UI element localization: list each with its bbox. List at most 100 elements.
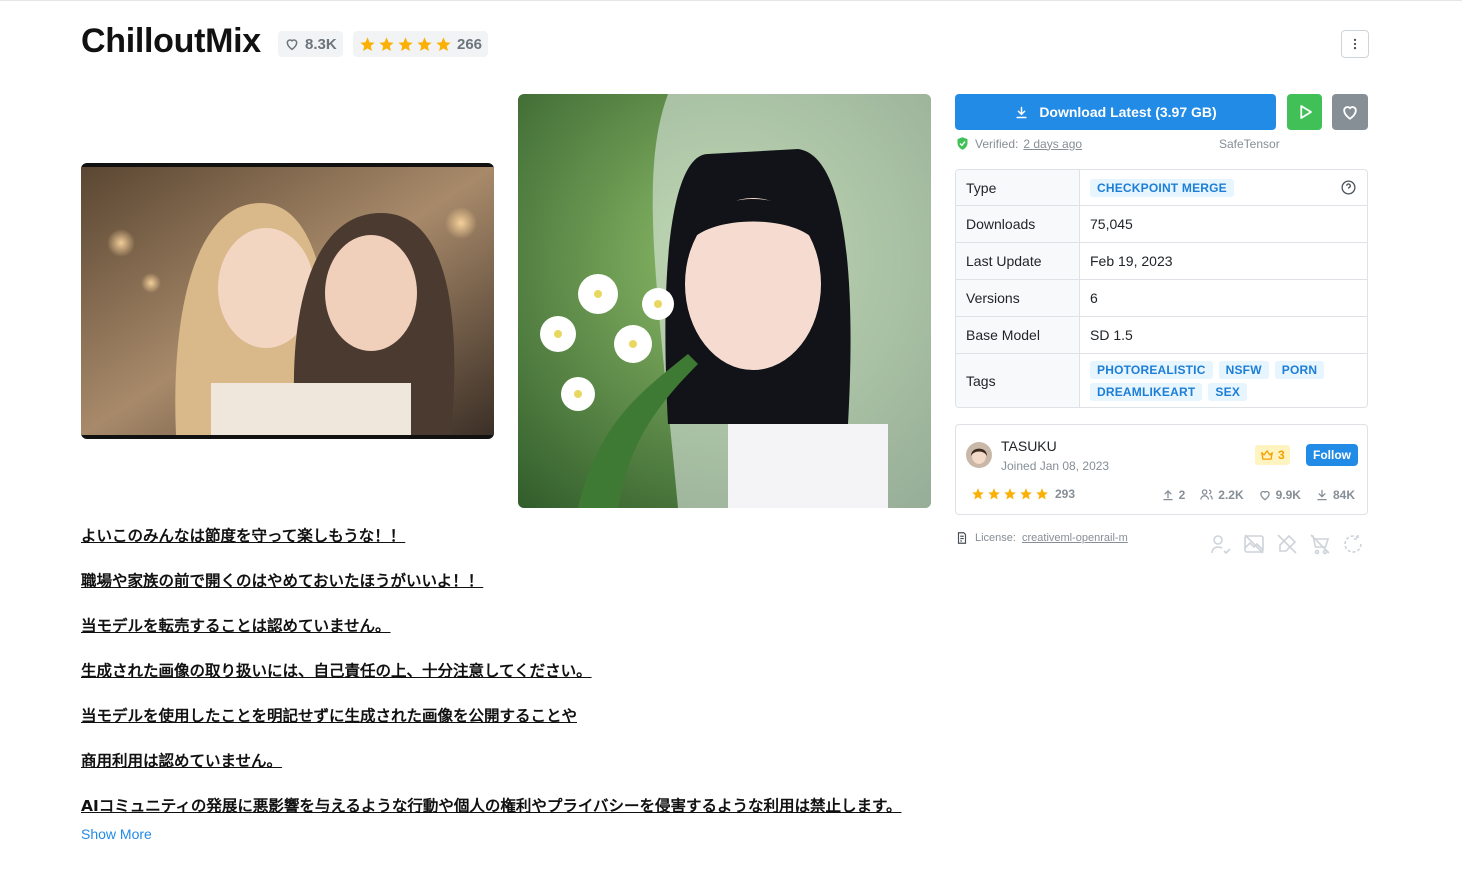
no-run-service-icon [1277,534,1297,554]
creator-followers: 2.2K [1218,487,1244,502]
shield-check-icon [957,137,968,150]
star-icon [379,36,394,51]
star-icon [436,36,451,51]
star-icon [1036,488,1048,500]
upload-icon [1162,489,1173,500]
star-icon [988,488,1000,500]
details-row-downloads: Downloads 75,045 [956,206,1367,243]
description-line: 商用利用は認めていません。 [81,752,283,770]
details-key: Downloads [956,206,1080,242]
creator-card: TASUKU Joined Jan 08, 2023 3 Follow 293 … [955,424,1368,515]
show-more-link[interactable]: Show More [81,826,152,842]
license-link[interactable]: creativeml-openrail-m [1022,532,1128,544]
creator-likes-stat: 9.9K [1258,487,1301,502]
tag-badge[interactable]: PORN [1274,360,1325,379]
tag-list: PHOTOREALISTIC NSFW PORN DREAMLIKEART SE… [1090,355,1357,407]
rating-count: 266 [457,35,483,53]
verified-time-link[interactable]: 2 days ago [1023,137,1082,151]
license-info: License: creativeml-openrail-m [955,531,1128,545]
no-credit-user-check-icon [1211,535,1231,555]
creator-uploads-stat: 2 [1161,487,1186,502]
description-line: 当モデルを使用したことを明記せずに生成された画像を公開することや [81,707,578,725]
creator-downloads-stat: 84K [1315,487,1355,502]
description-line: AIコミュニティの発展に悪影響を与えるような行動や個人の権利やプライバシーを侵害… [81,797,902,815]
tag-badge[interactable]: PHOTOREALISTIC [1090,360,1213,379]
details-key: Type [956,170,1080,205]
avatar[interactable] [966,442,992,468]
creator-rating-count: 293 [1055,487,1076,501]
star-icon [398,36,413,51]
details-value: 6 [1090,290,1098,306]
model-title: ChilloutMix [81,22,261,60]
more-options-button[interactable] [1341,30,1369,58]
creator-rating: 293 [971,487,1075,501]
description-line: 生成された画像の取り扱いには、自己責任の上、十分注意してください。 [81,662,592,680]
tag-badge[interactable]: SEX [1208,382,1248,401]
help-icon[interactable] [1340,179,1357,196]
crown-icon [1261,450,1273,460]
download-latest-button[interactable]: Download Latest (3.97 GB) [955,94,1276,130]
license-permissions [1209,532,1365,556]
preview-image-1-art [81,167,494,435]
creator-stats: 2 2.2K 9.9K 84K [1161,487,1355,502]
description-line: よいこのみんなは節度を守って楽しもうな！！ [81,527,406,545]
details-row-versions: Versions 6 [956,280,1367,317]
description-line: 当モデルを転売することは認めていません。 [81,617,391,635]
license-icon [957,532,967,544]
star-icon [417,36,432,51]
details-row-base-model: Base Model SD 1.5 [956,317,1367,354]
star-icon [1020,488,1032,500]
users-icon [1200,489,1214,500]
type-badge: CHECKPOINT MERGE [1090,178,1234,197]
star-icon [1004,488,1016,500]
download-icon [1016,106,1027,118]
preview-image-2-art [518,94,931,508]
details-row-tags: Tags PHOTOREALISTIC NSFW PORN DREAMLIKEA… [956,354,1367,407]
avatar-art [966,442,992,468]
heart-icon [286,39,298,51]
details-key: Versions [956,280,1080,316]
creator-rating-stars [971,487,1049,501]
creator-name[interactable]: TASUKU [1001,438,1057,454]
star-icon [360,36,375,51]
details-key: Tags [956,354,1080,407]
creator-downloads: 84K [1332,487,1355,502]
heart-icon [1343,106,1357,120]
creator-likes: 9.9K [1275,487,1301,502]
likes-count: 8.3K [305,35,337,53]
run-button[interactable] [1287,94,1322,130]
details-key: Base Model [956,317,1080,353]
license-label: License: [975,532,1016,544]
details-value: CHECKPOINT MERGE [1080,170,1367,205]
play-icon [1299,105,1312,119]
model-details-table: Type CHECKPOINT MERGE Downloads 75,045 L… [955,169,1368,408]
download-icon [1317,489,1327,500]
description-line: 職場や家族の前で開くのはやめておいたほうがいいよ！！ [81,572,484,590]
file-format: SafeTensor [1219,137,1280,151]
top-divider [0,0,1462,1]
favorite-button[interactable] [1332,94,1368,130]
no-sell-model-icon [1310,534,1330,555]
rank-value: 3 [1278,448,1285,462]
details-key: Last Update [956,243,1080,279]
follow-button[interactable]: Follow [1306,444,1358,466]
tag-badge[interactable]: DREAMLIKEART [1090,382,1203,401]
verified-label: Verified: [975,136,1019,151]
details-value: SD 1.5 [1090,327,1133,343]
no-merge-share-icon [1344,535,1362,553]
creator-followers-stat: 2.2K [1199,487,1244,502]
rating-stars [359,36,452,53]
star-icon [972,488,984,500]
heart-icon [1259,490,1270,500]
preview-image-1[interactable] [81,163,494,439]
likes-stat[interactable]: 8.3K [278,31,343,57]
creator-rank-badge: 3 [1255,445,1290,465]
creator-uploads: 2 [1178,487,1186,502]
rating-stat[interactable]: 266 [353,31,489,57]
dots-vertical-icon [1353,38,1357,50]
preview-image-2[interactable] [518,94,931,508]
details-row-last-update: Last Update Feb 19, 2023 [956,243,1367,280]
download-label: Download Latest (3.97 GB) [1039,104,1217,120]
details-value: 75,045 [1090,216,1133,232]
tag-badge[interactable]: NSFW [1218,360,1269,379]
